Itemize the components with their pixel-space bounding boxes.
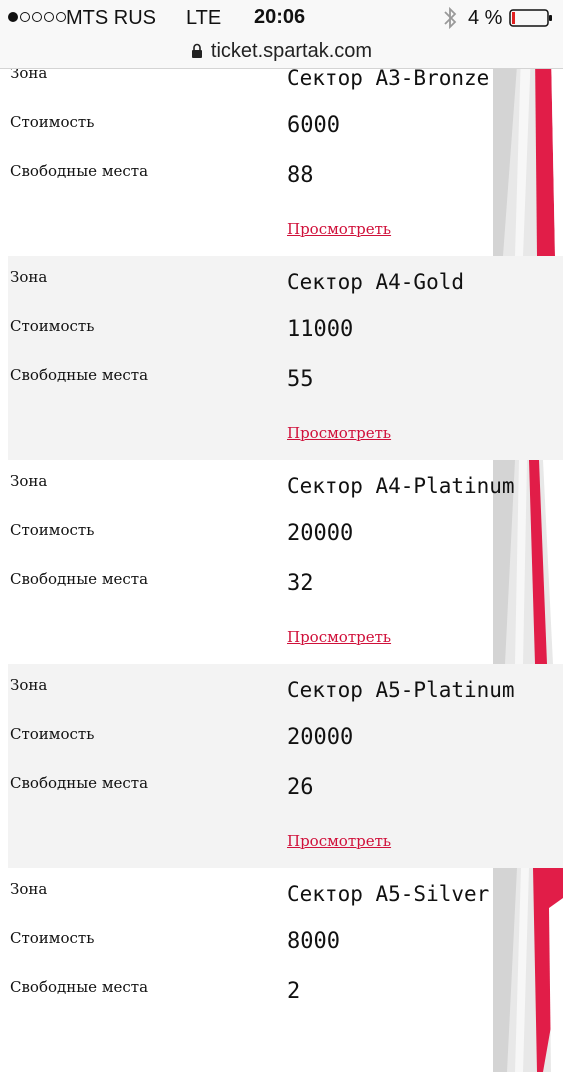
- view-link[interactable]: Просмотреть: [287, 832, 391, 850]
- free-seats-value: 2: [287, 979, 301, 1004]
- sector-card: Зона Сектор A4-Platinum Стоимость 20000 …: [0, 460, 563, 664]
- free-seats-label: Свободные места: [10, 570, 149, 588]
- free-seats-value: 88: [287, 163, 314, 188]
- price-label: Стоимость: [10, 113, 95, 131]
- decorative-banner: [493, 868, 563, 1072]
- price-value: 8000: [287, 929, 340, 954]
- browser-header: MTS RUS LTE 20:06 4 % ticket.spartak.com: [0, 0, 563, 69]
- zone-value: Сектор A4-Gold: [287, 270, 465, 294]
- card-background: [8, 256, 563, 460]
- price-label: Стоимость: [10, 725, 95, 743]
- view-link[interactable]: Просмотреть: [287, 220, 391, 238]
- zone-label: Зона: [10, 268, 48, 286]
- zone-value: Сектор A5-Silver: [287, 882, 490, 906]
- battery-percentage: 4 %: [468, 7, 503, 29]
- price-label: Стоимость: [10, 521, 95, 539]
- lock-icon: [191, 43, 202, 58]
- sector-card: Зона Сектор A5-Platinum Стоимость 20000 …: [0, 664, 563, 868]
- zone-label: Зона: [10, 676, 48, 694]
- sector-card: Зона Сектор A4-Gold Стоимость 11000 Своб…: [0, 256, 563, 460]
- free-seats-label: Свободные места: [10, 978, 149, 996]
- status-bar: MTS RUS LTE 20:06 4 %: [0, 0, 563, 36]
- price-value: 20000: [287, 725, 354, 750]
- sector-card: Зона Сектор A5-Silver Стоимость 8000 Сво…: [0, 868, 563, 1072]
- free-seats-label: Свободные места: [10, 162, 149, 180]
- free-seats-value: 32: [287, 571, 314, 596]
- signal-strength-icon: [8, 12, 66, 22]
- view-link[interactable]: Просмотреть: [287, 424, 391, 442]
- decorative-banner: [493, 52, 563, 256]
- sector-card: Зона Сектор A3-Bronze Стоимость 6000 Сво…: [0, 52, 563, 256]
- battery-icon: [509, 9, 552, 27]
- url-text: ticket.spartak.com: [210, 39, 373, 62]
- address-bar[interactable]: ticket.spartak.com: [0, 36, 563, 66]
- price-label: Стоимость: [10, 929, 95, 947]
- zone-label: Зона: [10, 880, 48, 898]
- zone-value: Сектор A5-Platinum: [287, 678, 515, 702]
- price-value: 6000: [287, 113, 340, 138]
- zone-value: Сектор A3-Bronze: [287, 66, 490, 90]
- zone-value: Сектор A4-Platinum: [287, 474, 515, 498]
- price-value: 11000: [287, 317, 354, 342]
- free-seats-label: Свободные места: [10, 774, 149, 792]
- bluetooth-icon: [444, 6, 457, 30]
- free-seats-value: 26: [287, 775, 314, 800]
- zone-label: Зона: [10, 472, 48, 490]
- clock: 20:06: [254, 6, 306, 28]
- network-type: LTE: [186, 7, 222, 29]
- price-label: Стоимость: [10, 317, 95, 335]
- sector-list: Зона Сектор A3-Bronze Стоимость 6000 Сво…: [0, 52, 563, 1072]
- free-seats-value: 55: [287, 367, 314, 392]
- view-link[interactable]: Просмотреть: [287, 628, 391, 646]
- carrier-name: MTS RUS: [66, 7, 156, 29]
- free-seats-label: Свободные места: [10, 366, 149, 384]
- price-value: 20000: [287, 521, 354, 546]
